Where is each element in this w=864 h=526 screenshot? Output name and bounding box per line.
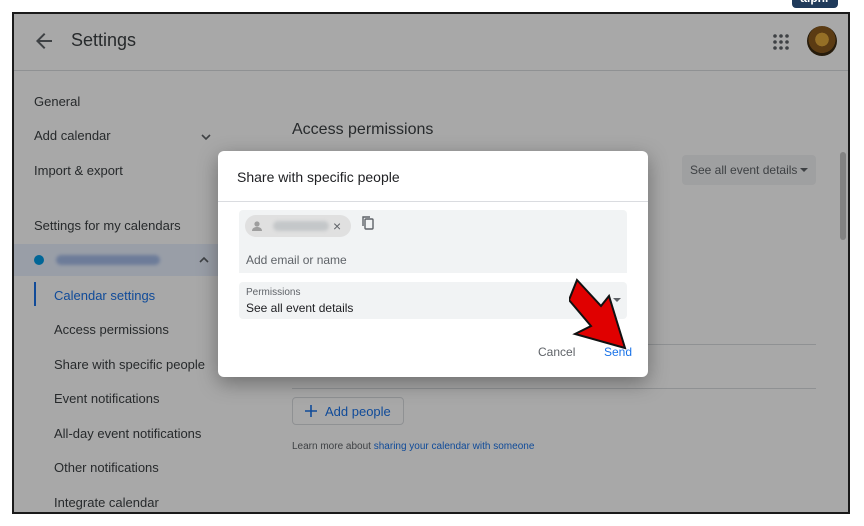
- dialog-title: Share with specific people: [237, 169, 400, 185]
- email-placeholder: Add email or name: [246, 253, 347, 267]
- email-field[interactable]: × Add email or name: [239, 210, 627, 273]
- watermark-logo: alphr: [792, 0, 838, 8]
- chip-email-redacted: [273, 221, 329, 231]
- permissions-value: See all event details: [246, 301, 354, 315]
- dialog-divider: [218, 201, 648, 202]
- permissions-label: Permissions: [246, 287, 301, 298]
- person-chip[interactable]: ×: [245, 215, 351, 237]
- close-icon[interactable]: ×: [333, 218, 341, 234]
- red-arrow-annotation-icon: [569, 278, 627, 350]
- copy-icon[interactable]: [360, 215, 376, 231]
- person-icon: [252, 221, 262, 231]
- app-frame: Settings General Add calendar Import & e…: [12, 12, 850, 514]
